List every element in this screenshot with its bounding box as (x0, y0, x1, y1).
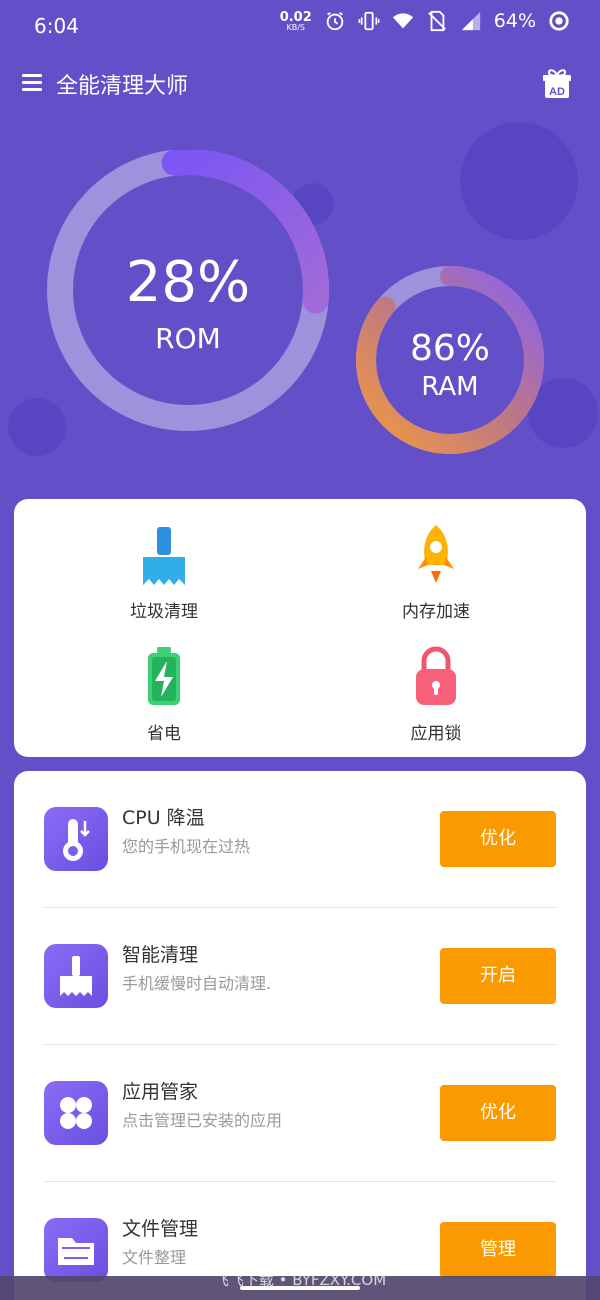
thermometer-icon (44, 807, 108, 871)
list-item-smart-clean: 智能清理 手机缓慢时自动清理. 开启 (14, 908, 586, 1044)
optimize-button[interactable]: 优化 (440, 811, 556, 867)
tool-app-lock[interactable]: 应用锁 (336, 645, 536, 744)
list-item-title: 智能清理 (122, 944, 199, 966)
status-time: 6:04 (34, 14, 79, 38)
battery-percent: 64% (493, 10, 536, 32)
list-item-subtitle: 您的手机现在过热 (122, 837, 251, 856)
list-item-title: 文件管理 (122, 1218, 199, 1240)
rocket-icon (418, 525, 454, 583)
tools-card: 垃圾清理 内存加速 省电 应用锁 (14, 499, 586, 757)
battery-ring-icon (549, 11, 569, 31)
tool-label: 应用锁 (410, 724, 462, 744)
list-item-cpu-cool: CPU 降温 您的手机现在过热 优化 (14, 771, 586, 907)
signal-icon (461, 11, 480, 31)
list-item-title: 应用管家 (122, 1081, 199, 1103)
network-speed-value: 0.02 (279, 9, 312, 25)
gift-ad-icon[interactable]: AD (542, 68, 572, 100)
tool-label: 省电 (147, 724, 181, 744)
broom-icon (143, 527, 185, 585)
vibrate-icon (358, 11, 380, 31)
tool-label: 垃圾清理 (130, 602, 198, 622)
menu-icon[interactable] (22, 74, 42, 92)
alarm-icon (326, 11, 344, 31)
list-item-subtitle: 手机缓慢时自动清理. (122, 974, 272, 993)
ram-percent: 86% (409, 328, 490, 369)
tool-label: 内存加速 (402, 602, 470, 622)
features-card: CPU 降温 您的手机现在过热 优化 智能清理 手机缓慢时自动清理. 开启 应用… (14, 771, 586, 1300)
list-item-app-manager: 应用管家 点击管理已安装的应用 优化 (14, 1045, 586, 1181)
app-title: 全能清理大师 (56, 74, 189, 99)
wifi-icon (392, 13, 413, 29)
list-item-title: CPU 降温 (122, 807, 205, 829)
enable-button[interactable]: 开启 (440, 948, 556, 1004)
watermark: 飞飞下载 • BYFZXY.COM (213, 1271, 387, 1289)
network-speed-unit: KB/S (286, 22, 305, 32)
no-sim-icon (427, 10, 446, 32)
app-bar: 全能清理大师 AD (0, 60, 600, 108)
list-item-subtitle: 点击管理已安装的应用 (122, 1111, 283, 1130)
status-bar: 6:04 0.02 KB/S 64% (0, 0, 600, 52)
list-item-subtitle: 文件整理 (122, 1248, 187, 1267)
rom-percent: 28% (125, 250, 251, 315)
tool-junk-clean[interactable]: 垃圾清理 (64, 523, 264, 622)
tool-memory-boost[interactable]: 内存加速 (336, 523, 536, 622)
network-speed: 0.02 KB/S (280, 11, 312, 32)
battery-icon (148, 647, 180, 705)
ram-label: RAM (421, 372, 479, 402)
broom-icon (44, 944, 108, 1008)
storage-gauges: 28% ROM 86% RAM (0, 150, 600, 470)
lock-icon (416, 646, 456, 705)
optimize-button[interactable]: 优化 (440, 1085, 556, 1141)
rom-label: ROM (155, 322, 221, 355)
tool-power-save[interactable]: 省电 (64, 645, 264, 744)
ad-label: AD (549, 86, 565, 98)
status-icons: 0.02 KB/S 64% (280, 10, 570, 32)
apps-grid-icon (44, 1081, 108, 1145)
